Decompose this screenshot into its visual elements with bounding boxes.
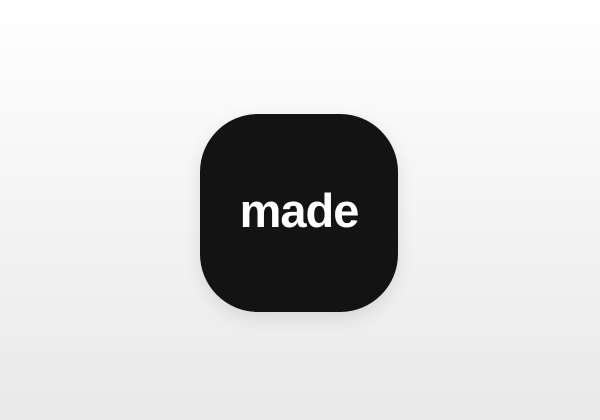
icon-stage: made bbox=[0, 0, 600, 420]
made-app-icon[interactable]: made bbox=[200, 114, 398, 312]
app-icon-label: made bbox=[239, 183, 360, 237]
